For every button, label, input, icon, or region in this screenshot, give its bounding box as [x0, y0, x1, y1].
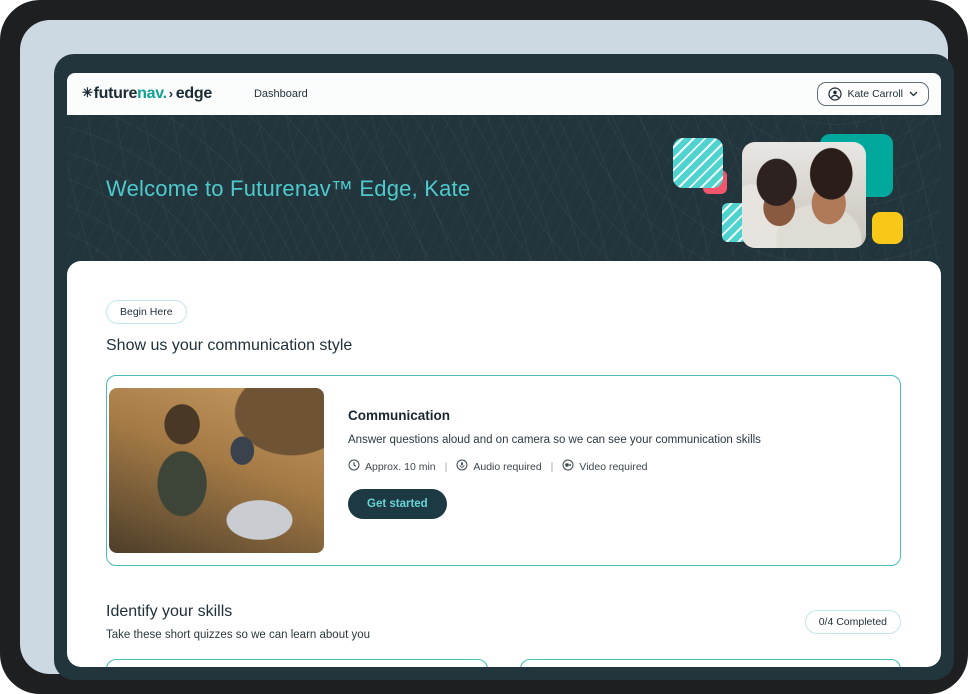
- meta-audio: Audio required: [456, 459, 541, 474]
- app-screen: ✳ future nav. › edge Dashboard: [54, 54, 954, 680]
- communication-card-body: Communication Answer questions aloud and…: [348, 376, 761, 565]
- skills-progress-badge: 0/4 Completed: [805, 610, 901, 634]
- meta-audio-label: Audio required: [473, 461, 541, 473]
- top-navbar: ✳ future nav. › edge Dashboard: [67, 73, 941, 115]
- clock-icon: [348, 459, 360, 474]
- communication-section-heading: Show us your communication style: [106, 337, 901, 355]
- skills-heading-group: Identify your skills Take these short qu…: [106, 603, 370, 641]
- user-menu-dropdown[interactable]: Kate Carroll: [817, 82, 929, 106]
- skills-section-heading: Identify your skills: [106, 603, 370, 621]
- communication-card-photo: [109, 388, 324, 553]
- asterisk-logo-icon: ✳: [82, 85, 93, 101]
- logo-word-future: future: [94, 85, 138, 103]
- user-name-label: Kate Carroll: [848, 88, 903, 100]
- decor-striped-square-top: [673, 138, 723, 188]
- skills-section-header: Identify your skills Take these short qu…: [106, 603, 901, 641]
- video-icon: [562, 459, 574, 474]
- quiz-cards-row: [106, 659, 901, 667]
- communication-card-description: Answer questions aloud and on camera so …: [348, 434, 761, 446]
- nav-item-dashboard[interactable]: Dashboard: [254, 88, 308, 100]
- decor-yellow-square: [872, 212, 903, 244]
- user-avatar-icon: [828, 87, 842, 101]
- hero-banner: Welcome to Futurenav™ Edge, Kate: [67, 115, 941, 261]
- communication-card-title: Communication: [348, 408, 761, 423]
- skills-section-subheading: Take these short quizzes so we can learn…: [106, 629, 370, 641]
- logo-word-edge: edge: [176, 85, 212, 103]
- audio-icon: [456, 459, 468, 474]
- hero-collaboration-photo: [742, 142, 866, 248]
- device-bezel: ✳ future nav. › edge Dashboard: [20, 20, 948, 674]
- content-panel: Begin Here Show us your communication st…: [67, 261, 941, 667]
- meta-separator: |: [445, 461, 448, 473]
- chevron-down-icon: [909, 91, 918, 97]
- get-started-button[interactable]: Get started: [348, 489, 447, 519]
- futurenav-edge-logo[interactable]: ✳ future nav. › edge: [82, 85, 212, 103]
- quiz-card[interactable]: [520, 659, 902, 667]
- quiz-card[interactable]: [106, 659, 488, 667]
- communication-card: Communication Answer questions aloud and…: [106, 375, 901, 566]
- app-viewport: ✳ future nav. › edge Dashboard: [67, 73, 941, 667]
- meta-video: Video required: [562, 459, 647, 474]
- meta-video-label: Video required: [579, 461, 647, 473]
- device-frame: ✳ future nav. › edge Dashboard: [0, 0, 968, 694]
- meta-duration: Approx. 10 min: [348, 459, 436, 474]
- hero-welcome-title: Welcome to Futurenav™ Edge, Kate: [106, 176, 470, 202]
- meta-separator: |: [551, 461, 554, 473]
- begin-here-badge: Begin Here: [106, 300, 187, 324]
- meta-duration-label: Approx. 10 min: [365, 461, 436, 473]
- communication-card-meta: Approx. 10 min |: [348, 459, 761, 474]
- logo-chevron: ›: [169, 86, 173, 101]
- logo-word-nav: nav.: [137, 85, 167, 103]
